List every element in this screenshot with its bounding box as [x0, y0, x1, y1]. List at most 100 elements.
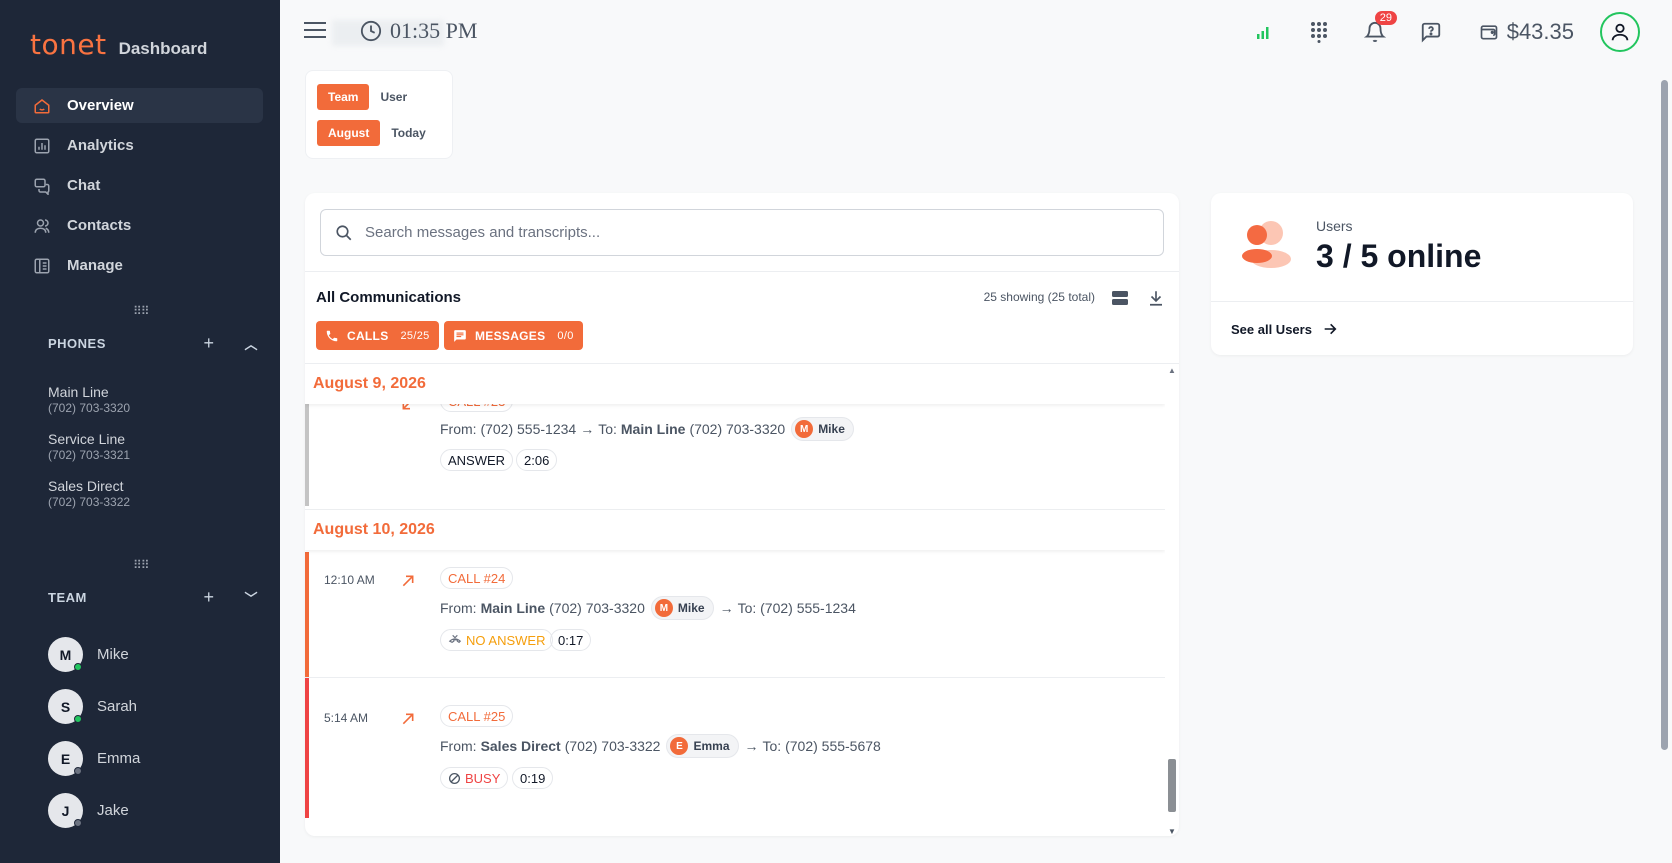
arrow-right-icon: → — [744, 738, 759, 754]
team-section-header: TEAM + ﹀ — [48, 587, 258, 608]
team-member[interactable]: J Jake — [48, 793, 129, 828]
phone-number: (702) 703-3322 — [48, 495, 131, 509]
divider — [305, 271, 1179, 272]
users-label: Users — [1316, 218, 1353, 234]
phone-number: (702) 703-3320 — [48, 401, 131, 415]
agent-chip[interactable]: E Emma — [666, 734, 739, 758]
online-status-dot — [74, 663, 82, 671]
dialpad-icon[interactable] — [1307, 20, 1331, 44]
search-icon — [336, 224, 352, 240]
app-subtitle: Dashboard — [118, 39, 208, 58]
team-heading: TEAM — [48, 590, 87, 605]
scope-user-button[interactable]: User — [369, 84, 418, 110]
user-icon — [1611, 23, 1629, 41]
nav-label: Manage — [67, 257, 123, 274]
phone-item[interactable]: Sales Direct (702) 703-3322 — [48, 478, 130, 509]
menu-icon[interactable] — [304, 22, 326, 43]
call-tag[interactable]: CALL #24 — [440, 567, 514, 589]
phone-name: Sales Direct — [48, 478, 124, 494]
messages-filter-button[interactable]: MESSAGES 0/0 — [444, 321, 583, 350]
topbar: 01:35 PM 29 $43.35 — [280, 0, 1672, 64]
see-all-users-link[interactable]: See all Users — [1231, 321, 1338, 337]
call-route: From: Main Line (702) 703-3320 M Mike → T… — [440, 596, 856, 620]
nav-item-contacts[interactable]: Contacts — [16, 208, 263, 243]
chevron-up-icon[interactable]: ︿ — [244, 334, 258, 353]
add-member-icon[interactable]: + — [203, 587, 214, 608]
period-today-button[interactable]: Today — [380, 120, 436, 146]
offline-status-dot — [74, 819, 82, 827]
call-duration: 0:19 — [512, 767, 554, 789]
chevron-down-icon[interactable]: ﹀ — [244, 588, 258, 607]
call-tag[interactable]: CALL #25 — [440, 705, 514, 727]
brand[interactable]: tonet Dashboard — [30, 28, 207, 61]
member-name: Emma — [97, 750, 141, 767]
scroll-thumb[interactable] — [1168, 759, 1176, 812]
phone-item[interactable]: Main Line (702) 703-3320 — [48, 384, 130, 415]
search-input[interactable] — [365, 224, 1145, 241]
status-bar — [305, 398, 309, 506]
showing-count: 25 showing (25 total) — [983, 290, 1095, 304]
status-bar — [305, 552, 309, 691]
phone-icon — [326, 330, 338, 341]
drag-handle-icon[interactable]: ⠿⠿ — [133, 304, 150, 318]
help-icon[interactable] — [1419, 20, 1443, 44]
scope-team-button[interactable]: Team — [317, 84, 370, 110]
phone-number: (702) 703-3321 — [48, 448, 131, 462]
period-toggle: August Today — [317, 120, 437, 146]
call-entry[interactable]: 12:10 AM CALL #24 From: Main Line (702) … — [305, 552, 1165, 691]
period-august-button[interactable]: August — [317, 120, 381, 146]
member-name: Jake — [97, 802, 129, 819]
call-entry[interactable]: 5:14 AM CALL #25 From: Sales Direct (702… — [305, 678, 1165, 818]
nav-item-analytics[interactable]: Analytics — [16, 128, 263, 163]
offline-status-dot — [74, 767, 82, 775]
compact-view-icon[interactable] — [1111, 289, 1129, 307]
profile-button[interactable] — [1600, 12, 1640, 52]
calls-count: 25/25 — [400, 329, 430, 342]
call-duration: 0:17 — [550, 629, 592, 651]
add-phone-icon[interactable]: + — [203, 333, 214, 354]
list-scrollbar[interactable]: ▲ ▼ — [1165, 364, 1179, 836]
users-card: Users 3 / 5 online See all Users — [1211, 193, 1633, 355]
nav-label: Analytics — [67, 137, 134, 154]
team-member[interactable]: E Emma — [48, 741, 140, 776]
current-time: 01:35 PM — [390, 18, 478, 43]
phone-item[interactable]: Service Line (702) 703-3321 — [48, 431, 130, 462]
message-icon — [454, 329, 466, 342]
nav-item-chat[interactable]: Chat — [16, 168, 263, 203]
nav-label: Contacts — [67, 217, 132, 234]
main-nav: Overview Analytics Chat Contacts Manage — [16, 88, 263, 288]
home-icon — [34, 98, 50, 113]
calls-filter-button[interactable]: CALLS 25/25 — [316, 321, 439, 350]
signal-icon[interactable] — [1251, 20, 1275, 44]
team-member[interactable]: S Sarah — [48, 689, 137, 724]
call-status: NO ANSWER — [440, 629, 554, 651]
agent-chip[interactable]: M Mike — [650, 596, 714, 620]
manage-icon — [34, 258, 50, 273]
nav-item-overview[interactable]: Overview — [16, 88, 263, 123]
avatar: J — [48, 793, 83, 828]
avatar: S — [48, 689, 83, 724]
call-duration: 2:06 — [516, 449, 558, 471]
avatar: M — [48, 637, 83, 672]
agent-chip[interactable]: M Mike — [791, 417, 854, 441]
nav-item-manage[interactable]: Manage — [16, 248, 263, 283]
download-icon[interactable] — [1147, 289, 1165, 307]
page-scrollbar[interactable] — [1661, 80, 1668, 750]
scroll-down-arrow-icon[interactable]: ▼ — [1168, 827, 1176, 836]
team-member[interactable]: M Mike — [48, 637, 129, 672]
avatar: E — [48, 741, 83, 776]
phones-heading: PHONES — [48, 336, 106, 351]
scroll-up-arrow-icon[interactable]: ▲ — [1168, 366, 1176, 375]
date-header: August 10, 2026 — [305, 510, 1165, 550]
clock-icon — [360, 20, 382, 42]
call-time: 12:10 AM — [324, 573, 375, 587]
filter-card: Team User August Today — [305, 70, 453, 159]
wallet-balance[interactable]: $43.35 — [1479, 19, 1574, 45]
call-status: ANSWER — [440, 449, 514, 471]
date-header: August 9, 2026 — [305, 364, 1165, 404]
call-entry[interactable]: CALL #23 From: (702) 555-1234 → To: Main… — [305, 390, 1165, 506]
missed-call-icon — [448, 634, 462, 644]
notifications-bell-icon[interactable]: 29 — [1363, 11, 1397, 44]
drag-handle-icon[interactable]: ⠿⠿ — [133, 558, 150, 572]
search-box[interactable] — [320, 209, 1164, 256]
